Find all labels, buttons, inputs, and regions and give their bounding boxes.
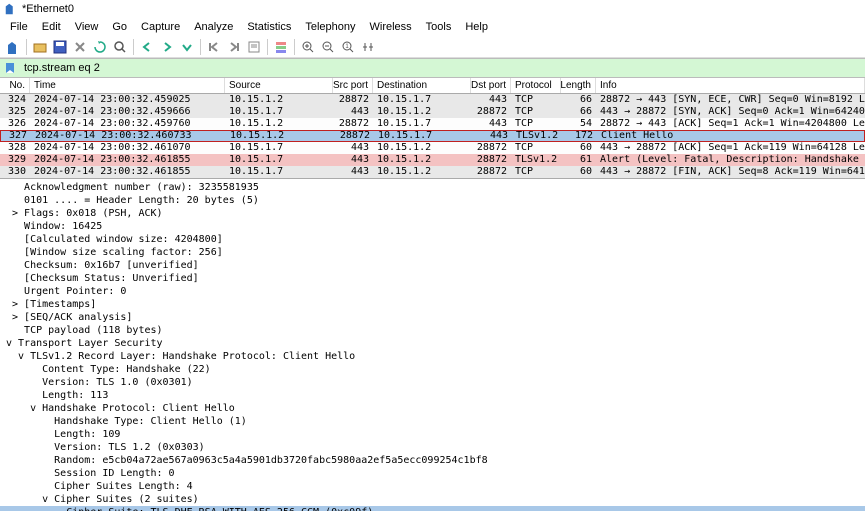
- go-last-icon[interactable]: [225, 38, 243, 56]
- detail-line[interactable]: Handshake Type: Client Hello (1): [0, 415, 865, 428]
- menubar: File Edit View Go Capture Analyze Statis…: [0, 18, 865, 36]
- reload-icon[interactable]: [91, 38, 109, 56]
- th-info[interactable]: Info: [596, 78, 865, 93]
- th-protocol[interactable]: Protocol: [511, 78, 561, 93]
- packet-list-body[interactable]: 3242024-07-14 23:00:32.45902510.15.1.228…: [0, 94, 865, 178]
- packet-row[interactable]: 3252024-07-14 23:00:32.45966610.15.1.744…: [0, 106, 865, 118]
- detail-line[interactable]: Length: 113: [0, 389, 865, 402]
- save-icon[interactable]: [51, 38, 69, 56]
- detail-line[interactable]: Session ID Length: 0: [0, 467, 865, 480]
- detail-line[interactable]: [Checksum Status: Unverified]: [0, 272, 865, 285]
- detail-line[interactable]: [Window size scaling factor: 256]: [0, 246, 865, 259]
- menu-go[interactable]: Go: [106, 20, 133, 34]
- go-first-icon[interactable]: [205, 38, 223, 56]
- detail-line[interactable]: Cipher Suites Length: 4: [0, 480, 865, 493]
- detail-line[interactable]: v Handshake Protocol: Client Hello: [0, 402, 865, 415]
- menu-edit[interactable]: Edit: [36, 20, 67, 34]
- detail-line[interactable]: Content Type: Handshake (22): [0, 363, 865, 376]
- menu-file[interactable]: File: [4, 20, 34, 34]
- go-to-packet-icon[interactable]: [178, 38, 196, 56]
- go-back-icon[interactable]: [138, 38, 156, 56]
- th-no[interactable]: No.: [0, 78, 30, 93]
- th-srcport[interactable]: Src port: [333, 78, 373, 93]
- detail-line[interactable]: v Cipher Suites (2 suites): [0, 493, 865, 506]
- th-source[interactable]: Source: [225, 78, 333, 93]
- detail-line[interactable]: Acknowledgment number (raw): 3235581935: [0, 181, 865, 194]
- colorize-icon[interactable]: [272, 38, 290, 56]
- detail-line[interactable]: > [SEQ/ACK analysis]: [0, 311, 865, 324]
- detail-line[interactable]: 0101 .... = Header Length: 20 bytes (5): [0, 194, 865, 207]
- packet-row[interactable]: 3272024-07-14 23:00:32.46073310.15.1.228…: [0, 130, 865, 142]
- menu-view[interactable]: View: [69, 20, 105, 34]
- detail-line[interactable]: v Transport Layer Security: [0, 337, 865, 350]
- menu-wireless[interactable]: Wireless: [364, 20, 418, 34]
- th-time[interactable]: Time: [30, 78, 225, 93]
- detail-line[interactable]: TCP payload (118 bytes): [0, 324, 865, 337]
- detail-line[interactable]: v TLSv1.2 Record Layer: Handshake Protoc…: [0, 350, 865, 363]
- detail-line[interactable]: Window: 16425: [0, 220, 865, 233]
- packet-list: No. Time Source Src port Destination Dst…: [0, 78, 865, 178]
- autoscroll-icon[interactable]: [245, 38, 263, 56]
- zoom-reset-icon[interactable]: 1: [339, 38, 357, 56]
- detail-line[interactable]: Version: TLS 1.2 (0x0303): [0, 441, 865, 454]
- display-filter-bar: [0, 58, 865, 78]
- detail-line-selected[interactable]: Cipher Suite: TLS_DHE_RSA_WITH_AES_256_C…: [0, 506, 865, 511]
- detail-line[interactable]: Length: 109: [0, 428, 865, 441]
- start-capture-icon[interactable]: [4, 38, 22, 56]
- filter-bookmark-icon[interactable]: [2, 60, 18, 76]
- zoom-out-icon[interactable]: [319, 38, 337, 56]
- zoom-in-icon[interactable]: [299, 38, 317, 56]
- display-filter-input[interactable]: [20, 62, 865, 74]
- menu-telephony[interactable]: Telephony: [299, 20, 361, 34]
- app-icon: [4, 2, 18, 16]
- detail-line[interactable]: Version: TLS 1.0 (0x0301): [0, 376, 865, 389]
- th-destination[interactable]: Destination: [373, 78, 471, 93]
- detail-line[interactable]: > Flags: 0x018 (PSH, ACK): [0, 207, 865, 220]
- resize-columns-icon[interactable]: [359, 38, 377, 56]
- packet-row[interactable]: 3242024-07-14 23:00:32.45902510.15.1.228…: [0, 94, 865, 106]
- close-file-icon[interactable]: [71, 38, 89, 56]
- menu-analyze[interactable]: Analyze: [188, 20, 239, 34]
- th-length[interactable]: Length: [561, 78, 596, 93]
- menu-tools[interactable]: Tools: [420, 20, 458, 34]
- detail-line[interactable]: Random: e5cb04a72ae567a0963c5a4a5901db37…: [0, 454, 865, 467]
- titlebar: *Ethernet0: [0, 0, 865, 18]
- folder-open-icon[interactable]: [31, 38, 49, 56]
- detail-line[interactable]: > [Timestamps]: [0, 298, 865, 311]
- detail-line[interactable]: [Calculated window size: 4204800]: [0, 233, 865, 246]
- menu-help[interactable]: Help: [459, 20, 494, 34]
- window-title: *Ethernet0: [22, 3, 74, 15]
- packet-row[interactable]: 3262024-07-14 23:00:32.45976010.15.1.228…: [0, 118, 865, 130]
- go-forward-icon[interactable]: [158, 38, 176, 56]
- detail-line[interactable]: Checksum: 0x16b7 [unverified]: [0, 259, 865, 272]
- menu-capture[interactable]: Capture: [135, 20, 186, 34]
- packet-row[interactable]: 3292024-07-14 23:00:32.46185510.15.1.744…: [0, 154, 865, 166]
- packet-details[interactable]: Acknowledgment number (raw): 3235581935 …: [0, 178, 865, 511]
- menu-statistics[interactable]: Statistics: [241, 20, 297, 34]
- toolbar: 1: [0, 36, 865, 58]
- packet-row[interactable]: 3282024-07-14 23:00:32.46107010.15.1.744…: [0, 142, 865, 154]
- packet-list-header: No. Time Source Src port Destination Dst…: [0, 78, 865, 94]
- th-dstport[interactable]: Dst port: [471, 78, 511, 93]
- find-packet-icon[interactable]: [111, 38, 129, 56]
- packet-row[interactable]: 3302024-07-14 23:00:32.46185510.15.1.744…: [0, 166, 865, 178]
- detail-line[interactable]: Urgent Pointer: 0: [0, 285, 865, 298]
